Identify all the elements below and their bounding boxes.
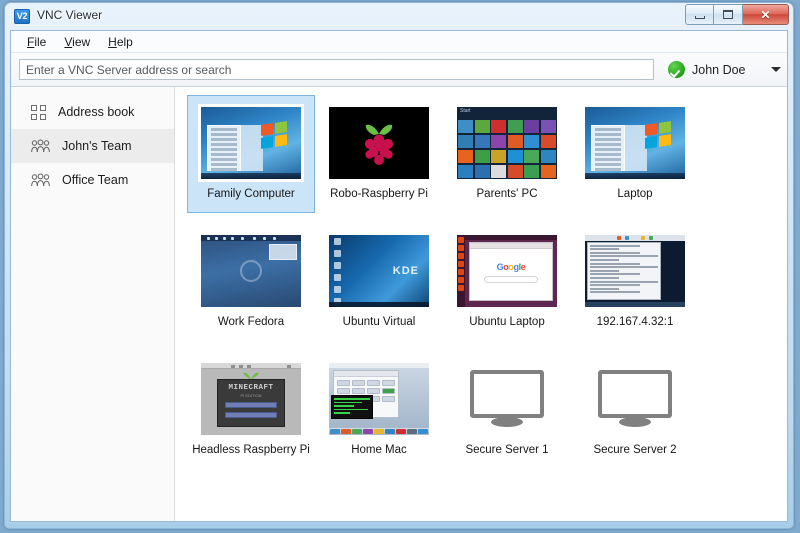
connection-card[interactable]: Laptop: [571, 95, 699, 213]
menu-view-rest: iew: [72, 35, 90, 49]
title-bar: V2 VNC Viewer ✕: [5, 3, 793, 30]
minimize-button[interactable]: [685, 4, 714, 25]
connection-thumbnail: Start: [454, 104, 560, 182]
sidebar-item-address-book[interactable]: Address book: [11, 95, 174, 129]
connection-label: Parents' PC: [477, 188, 538, 201]
menu-bar: File View Help: [11, 31, 787, 53]
connection-label: Secure Server 1: [465, 444, 548, 457]
raspberry-pi-logo-icon: [357, 120, 401, 170]
menu-help-accel: H: [108, 35, 117, 49]
connection-thumbnail: [198, 104, 304, 182]
connection-card[interactable]: Secure Server 1: [443, 351, 571, 469]
connection-label: 192.167.4.32:1: [597, 316, 674, 329]
connection-card[interactable]: MINECRAFT PI EDITION Headless Raspberry …: [187, 351, 315, 469]
connection-thumbnail: [198, 232, 304, 310]
sidebar-item-johns-team[interactable]: John's Team: [11, 129, 174, 163]
connection-card[interactable]: Secure Server 2: [571, 351, 699, 469]
toolbar: John Doe: [11, 53, 787, 87]
connection-card[interactable]: Work Fedora: [187, 223, 315, 341]
connection-thumbnail: KDE: [326, 232, 432, 310]
connection-thumbnail: [326, 360, 432, 438]
close-button[interactable]: ✕: [743, 4, 789, 25]
connection-card[interactable]: Google Ubuntu Laptop: [443, 223, 571, 341]
monitor-placeholder-icon: [598, 370, 672, 428]
window-controls: ✕: [685, 4, 789, 25]
menu-file-rest: ile: [34, 35, 46, 49]
window-title: VNC Viewer: [37, 8, 102, 22]
connection-thumbnail: MINECRAFT PI EDITION: [198, 360, 304, 438]
sidebar-item-label: Office Team: [62, 173, 128, 187]
connection-label: Robo-Raspberry Pi: [330, 188, 428, 201]
connection-label: Headless Raspberry Pi: [192, 444, 310, 457]
signed-in-check-icon: [668, 61, 685, 78]
maximize-icon: [714, 5, 742, 24]
connection-card[interactable]: KDE Ubuntu Virtual: [315, 223, 443, 341]
close-icon: ✕: [743, 5, 788, 24]
connection-card[interactable]: Start Parents' PC: [443, 95, 571, 213]
connection-thumbnail: [454, 360, 560, 438]
menu-help[interactable]: Help: [99, 33, 142, 51]
connection-thumbnail: [326, 104, 432, 182]
grid-icon: [31, 105, 46, 120]
connections-grid: Family Computer: [187, 95, 787, 475]
sidebar-item-label: Address book: [58, 105, 134, 119]
connection-label: Ubuntu Laptop: [469, 316, 544, 329]
search-input[interactable]: [19, 59, 654, 80]
connection-label: Laptop: [617, 188, 652, 201]
application-window: V2 VNC Viewer ✕ File View Help: [4, 2, 794, 529]
account-name: John Doe: [692, 63, 746, 77]
sidebar: Address book John's Team: [11, 87, 175, 521]
connection-card[interactable]: Home Mac: [315, 351, 443, 469]
connection-thumbnail: Google: [454, 232, 560, 310]
connection-thumbnail: [582, 232, 688, 310]
connection-card[interactable]: Robo-Raspberry Pi: [315, 95, 443, 213]
chevron-down-icon[interactable]: [771, 67, 781, 72]
menu-help-rest: elp: [117, 35, 133, 49]
team-icon: [31, 139, 50, 153]
connections-panel: Family Computer: [175, 87, 787, 521]
maximize-button[interactable]: [714, 4, 743, 25]
menu-view[interactable]: View: [55, 33, 99, 51]
connection-label: Family Computer: [207, 188, 295, 201]
connection-thumbnail: [582, 360, 688, 438]
connection-label: Secure Server 2: [593, 444, 676, 457]
connection-card[interactable]: 192.167.4.32:1: [571, 223, 699, 341]
connection-label: Work Fedora: [218, 316, 284, 329]
minimize-icon: [686, 5, 713, 24]
connection-label: Home Mac: [351, 444, 407, 457]
connection-thumbnail: [582, 104, 688, 182]
vnc-viewer-app-icon: V2: [14, 9, 30, 24]
main-body: Address book John's Team: [11, 87, 787, 521]
sidebar-item-office-team[interactable]: Office Team: [11, 163, 174, 197]
menu-view-accel: V: [64, 35, 72, 49]
connection-label: Ubuntu Virtual: [343, 316, 416, 329]
team-icon: [31, 173, 50, 187]
account-menu[interactable]: John Doe: [668, 61, 781, 78]
window-client-area: File View Help John Doe Address book: [10, 30, 788, 522]
monitor-placeholder-icon: [470, 370, 544, 428]
menu-file[interactable]: File: [18, 33, 55, 51]
sidebar-item-label: John's Team: [62, 139, 132, 153]
connection-card[interactable]: Family Computer: [187, 95, 315, 213]
